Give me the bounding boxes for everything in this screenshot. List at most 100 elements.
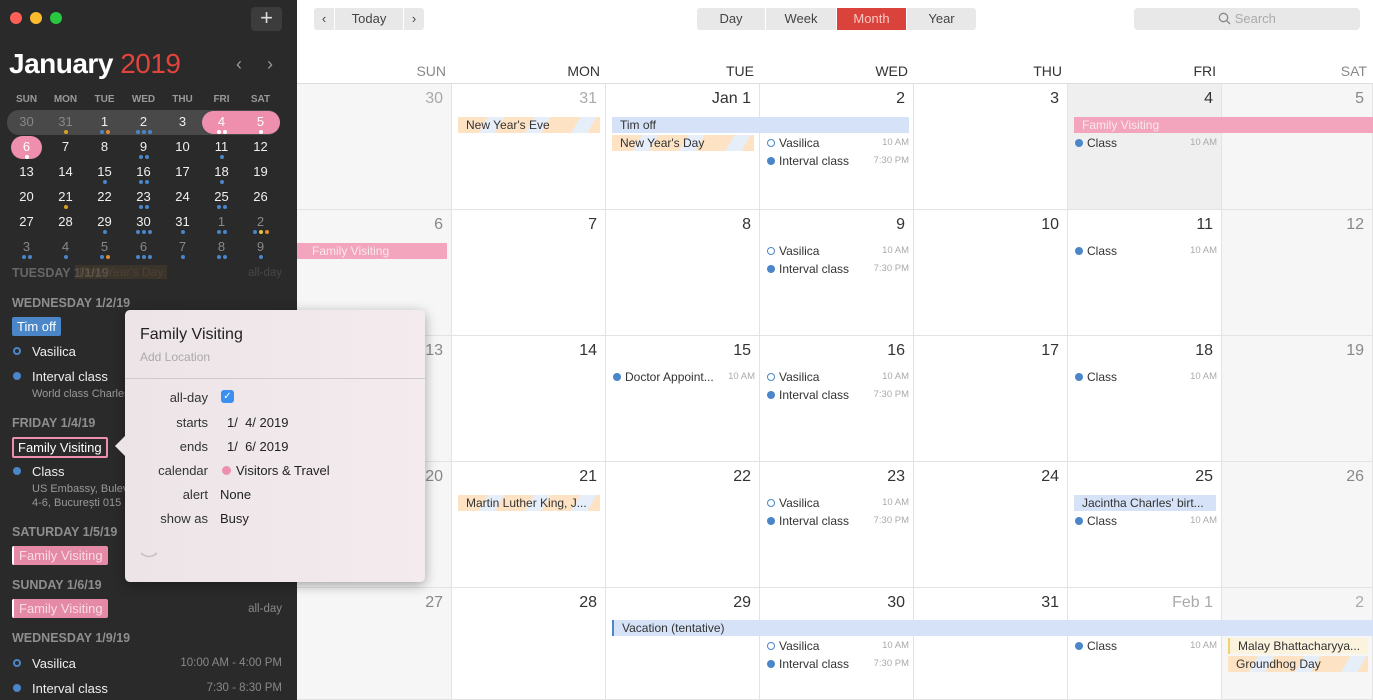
mini-day[interactable]: 2 xyxy=(241,210,280,235)
all-day-event-bar[interactable]: Family Visiting xyxy=(1074,117,1373,133)
mini-day[interactable]: 16 xyxy=(124,160,163,185)
mini-day[interactable]: 2 xyxy=(124,110,163,135)
mini-day[interactable]: 10 xyxy=(163,135,202,160)
next-month-button[interactable]: › xyxy=(404,8,424,30)
agenda-event[interactable]: Interval class xyxy=(32,681,108,696)
mini-day[interactable]: 4 xyxy=(202,110,241,135)
prev-month-button[interactable]: ‹ xyxy=(314,8,334,30)
view-year-tab[interactable]: Year xyxy=(907,8,976,30)
mini-day[interactable]: 15 xyxy=(85,160,124,185)
mini-day[interactable]: 8 xyxy=(85,135,124,160)
mini-day[interactable]: 11 xyxy=(202,135,241,160)
search-input[interactable]: Search xyxy=(1134,8,1360,30)
agenda-event[interactable]: New Year's Day xyxy=(75,265,168,279)
calendar-select[interactable]: Visitors & Travel xyxy=(236,463,330,478)
day-cell[interactable]: 29 xyxy=(606,588,760,700)
mini-day[interactable]: 3 xyxy=(7,235,46,260)
day-cell[interactable]: 17 xyxy=(914,336,1068,462)
day-cell[interactable]: 8 xyxy=(606,210,760,336)
mini-day[interactable]: 5 xyxy=(85,235,124,260)
popover-title[interactable]: Family Visiting xyxy=(140,326,243,344)
mini-day[interactable]: 31 xyxy=(163,210,202,235)
mini-day[interactable]: 4 xyxy=(46,235,85,260)
mini-day[interactable]: 13 xyxy=(7,160,46,185)
mini-day[interactable]: 1 xyxy=(85,110,124,135)
all-day-event-bar[interactable]: Martin Luther King, J... xyxy=(458,495,600,511)
mini-prev-month-button[interactable]: ‹ xyxy=(236,54,242,75)
day-cell[interactable]: 24 xyxy=(914,462,1068,588)
today-button[interactable]: Today xyxy=(335,8,403,30)
all-day-event-bar[interactable]: Jacintha Charles' birt... xyxy=(1074,495,1216,511)
mini-day[interactable]: 30 xyxy=(7,110,46,135)
all-day-event-bar[interactable]: New Year's Day xyxy=(612,135,754,151)
allday-checkbox[interactable]: ✓ xyxy=(221,390,234,403)
all-day-event-bar[interactable]: Family Visiting xyxy=(297,243,447,259)
mini-day[interactable]: 12 xyxy=(241,135,280,160)
mini-day[interactable]: 29 xyxy=(85,210,124,235)
mini-day[interactable]: 30 xyxy=(124,210,163,235)
all-day-event-bar[interactable]: New Year's Eve xyxy=(458,117,600,133)
mini-day[interactable]: 31 xyxy=(46,110,85,135)
showas-select[interactable]: Busy xyxy=(220,511,249,526)
agenda-event-badge[interactable]: Family Visiting xyxy=(12,546,108,565)
mini-day[interactable]: 23 xyxy=(124,185,163,210)
day-cell[interactable]: 10 xyxy=(914,210,1068,336)
day-cell[interactable]: 31 xyxy=(914,588,1068,700)
mini-day[interactable]: 6 xyxy=(7,135,46,160)
mini-day[interactable]: 27 xyxy=(7,210,46,235)
day-cell[interactable]: 14 xyxy=(452,336,606,462)
mini-day[interactable]: 14 xyxy=(46,160,85,185)
day-cell[interactable]: 31 xyxy=(452,84,606,210)
mini-day[interactable]: 8 xyxy=(202,235,241,260)
all-day-event-bar[interactable]: Tim off xyxy=(612,117,909,133)
mini-day[interactable]: 9 xyxy=(241,235,280,260)
mini-day[interactable]: 28 xyxy=(46,210,85,235)
agenda-event-badge-selected[interactable]: Family Visiting xyxy=(12,437,108,458)
day-cell[interactable]: 5 xyxy=(1222,84,1373,210)
zoom-window-button[interactable] xyxy=(50,12,62,24)
chevron-down-icon[interactable] xyxy=(140,552,158,560)
mini-day[interactable]: 6 xyxy=(124,235,163,260)
day-cell[interactable]: 30 xyxy=(297,84,452,210)
day-cell[interactable]: 19 xyxy=(1222,336,1373,462)
agenda-event[interactable]: Class xyxy=(32,464,65,479)
mini-day[interactable]: 7 xyxy=(163,235,202,260)
view-week-tab[interactable]: Week xyxy=(766,8,836,30)
ends-date-field[interactable]: 1/ 6/ 2019 xyxy=(227,439,288,454)
agenda-event-badge[interactable]: Family Visiting xyxy=(12,599,108,618)
mini-day[interactable]: 17 xyxy=(163,160,202,185)
mini-day[interactable]: 9 xyxy=(124,135,163,160)
mini-day[interactable]: 21 xyxy=(46,185,85,210)
location-field[interactable]: Add Location xyxy=(140,350,210,364)
minimize-window-button[interactable] xyxy=(30,12,42,24)
mini-day[interactable]: 7 xyxy=(46,135,85,160)
close-window-button[interactable] xyxy=(10,12,22,24)
day-cell[interactable]: 15 xyxy=(606,336,760,462)
all-day-event-bar[interactable]: Groundhog Day xyxy=(1228,656,1368,672)
all-day-event-bar[interactable]: Malay Bhattacharyya... xyxy=(1228,638,1368,654)
starts-date-field[interactable]: 1/ 4/ 2019 xyxy=(227,415,288,430)
mini-day[interactable]: 24 xyxy=(163,185,202,210)
mini-day[interactable]: 26 xyxy=(241,185,280,210)
agenda-event-badge[interactable]: Tim off xyxy=(12,317,62,336)
agenda-event[interactable]: Vasilica xyxy=(32,344,76,359)
day-cell[interactable]: 26 xyxy=(1222,462,1373,588)
day-cell[interactable]: 18 xyxy=(1068,336,1222,462)
mini-day[interactable]: 3 xyxy=(163,110,202,135)
mini-next-month-button[interactable]: › xyxy=(267,54,273,75)
mini-day[interactable]: 20 xyxy=(7,185,46,210)
agenda-event[interactable]: Interval class xyxy=(32,369,108,384)
mini-day[interactable]: 19 xyxy=(241,160,280,185)
day-cell[interactable]: 21 xyxy=(452,462,606,588)
all-day-event-bar[interactable]: Vacation (tentative) xyxy=(612,620,1373,636)
agenda-event[interactable]: Vasilica xyxy=(32,656,76,671)
mini-day[interactable]: 1 xyxy=(202,210,241,235)
day-cell[interactable]: 12 xyxy=(1222,210,1373,336)
view-month-tab[interactable]: Month xyxy=(837,8,906,30)
view-day-tab[interactable]: Day xyxy=(697,8,765,30)
mini-day[interactable]: 18 xyxy=(202,160,241,185)
add-event-button[interactable]: + xyxy=(251,7,282,31)
mini-day[interactable]: 5 xyxy=(241,110,280,135)
day-cell[interactable]: 11 xyxy=(1068,210,1222,336)
day-cell[interactable]: 27 xyxy=(297,588,452,700)
